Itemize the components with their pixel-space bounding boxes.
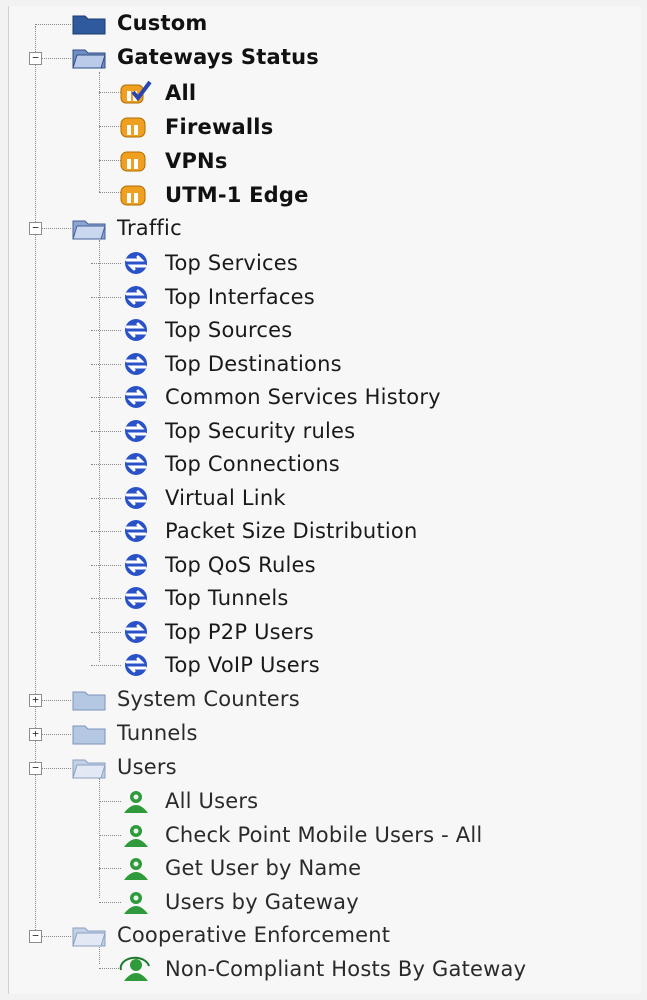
node-label-non-compliant-hosts: Non-Compliant Hosts By Gateway	[165, 957, 527, 981]
folder-icon	[71, 10, 107, 36]
node-label-cooperative-enforcement: Cooperative Enforcement	[117, 923, 391, 947]
tree-node-tunnels[interactable]: Tunnels	[71, 716, 198, 750]
node-label-utm-edge: UTM-1 Edge	[165, 183, 309, 207]
expander-gateways-status[interactable]: −	[29, 52, 42, 65]
tree-node-non-compliant-hosts[interactable]: Non-Compliant Hosts By Gateway	[119, 952, 526, 986]
tree-node-users[interactable]: Users	[71, 750, 177, 784]
node-label-traffic-item: Top Tunnels	[165, 586, 289, 610]
tree-node-user-item[interactable]: All Users	[119, 784, 258, 818]
folder-icon	[71, 686, 107, 712]
node-label-traffic-item: Top Sources	[165, 318, 293, 342]
tree-node-traffic-item[interactable]: Virtual Link	[119, 481, 286, 515]
expander-tunnels[interactable]: +	[29, 728, 42, 741]
node-label-traffic-item: Top Security rules	[165, 418, 356, 443]
node-label-traffic-item: Top Connections	[165, 452, 340, 476]
node-label-traffic: Traffic	[117, 216, 182, 240]
expander-cooperative-enforcement[interactable]: −	[29, 930, 42, 943]
node-label-user-item: Check Point Mobile Users - All	[165, 822, 483, 847]
traffic-icon	[119, 619, 155, 645]
open-folder-icon	[71, 922, 107, 948]
traffic-icon	[119, 485, 155, 511]
node-label-user-item: Users by Gateway	[165, 889, 359, 914]
node-label-user-item: Get User by Name	[165, 856, 362, 880]
traffic-icon	[119, 451, 155, 477]
traffic-icon	[119, 418, 155, 444]
gateway-icon	[119, 148, 155, 174]
tree-node-traffic-item[interactable]: Top P2P Users	[119, 615, 314, 649]
node-label-user-item: All Users	[165, 789, 259, 813]
tree-guide-gateways	[99, 72, 100, 192]
node-label-custom: Custom	[117, 11, 208, 35]
user-icon	[119, 855, 155, 881]
node-label-system-counters: System Counters	[117, 687, 300, 711]
tree-guide-users	[99, 778, 100, 898]
tree-node-custom[interactable]: Custom	[71, 6, 207, 40]
user-icon	[119, 822, 155, 848]
tree-node-traffic-item[interactable]: Top QoS Rules	[119, 548, 316, 582]
tree-node-traffic-item[interactable]: Top Interfaces	[119, 280, 315, 314]
open-folder-icon	[71, 754, 107, 780]
gateway-icon	[119, 182, 155, 208]
node-label-tunnels: Tunnels	[117, 721, 198, 745]
user-sync-icon	[119, 956, 155, 982]
node-label-traffic-item: Top P2P Users	[165, 619, 314, 644]
tree-guide-root	[35, 26, 36, 938]
tree-node-traffic-item[interactable]: Top Connections	[119, 447, 340, 481]
node-label-traffic-item: Top VoIP Users	[165, 653, 320, 677]
tree-node-vpns[interactable]: VPNs	[119, 144, 228, 178]
tree-node-traffic-item[interactable]: Packet Size Distribution	[119, 514, 417, 548]
traffic-icon	[119, 585, 155, 611]
gateway-check-icon	[119, 80, 155, 106]
traffic-icon	[119, 384, 155, 410]
tree-node-user-item[interactable]: Get User by Name	[119, 851, 361, 885]
tree-node-cooperative-enforcement[interactable]: Cooperative Enforcement	[71, 918, 390, 952]
tree-node-user-item[interactable]: Users by Gateway	[119, 885, 359, 919]
node-label-firewalls: Firewalls	[165, 115, 274, 139]
traffic-icon	[119, 284, 155, 310]
tree-node-traffic-item[interactable]: Top Tunnels	[119, 581, 289, 615]
open-folder-icon	[71, 44, 107, 70]
tree-node-traffic-item[interactable]: Top Destinations	[119, 347, 342, 381]
node-label-gateways-status: Gateways Status	[117, 45, 319, 69]
expander-system-counters[interactable]: +	[29, 694, 42, 707]
traffic-icon	[119, 317, 155, 343]
open-folder-icon	[71, 215, 107, 241]
user-icon	[119, 889, 155, 915]
traffic-icon	[119, 351, 155, 377]
node-label-users: Users	[117, 755, 177, 779]
node-label-vpns: VPNs	[165, 149, 228, 173]
traffic-icon	[119, 518, 155, 544]
node-label-traffic-item: Packet Size Distribution	[165, 519, 418, 543]
traffic-icon	[119, 652, 155, 678]
expander-traffic[interactable]: −	[29, 222, 42, 235]
report-tree: Custom − Gateways Status All Firewalls V…	[8, 6, 641, 994]
tree-node-user-item[interactable]: Check Point Mobile Users - All	[119, 818, 482, 852]
tree-node-traffic-item[interactable]: Top Sources	[119, 313, 292, 347]
tree-node-traffic-item[interactable]: Top VoIP Users	[119, 648, 320, 682]
node-label-all: All	[165, 81, 197, 105]
node-label-traffic-item: Top QoS Rules	[165, 552, 316, 577]
tree-node-traffic[interactable]: Traffic	[71, 211, 182, 245]
tree-node-gateway-all[interactable]: All	[119, 76, 196, 110]
tree-node-utm-edge[interactable]: UTM-1 Edge	[119, 178, 309, 212]
tree-node-system-counters[interactable]: System Counters	[71, 682, 300, 716]
traffic-icon	[119, 250, 155, 276]
tree-node-firewalls[interactable]: Firewalls	[119, 110, 273, 144]
tree-node-traffic-item[interactable]: Top Security rules	[119, 414, 355, 448]
tree-node-gateways-status[interactable]: Gateways Status	[71, 40, 319, 74]
tree-node-traffic-item[interactable]: Top Services	[119, 246, 298, 280]
node-label-traffic-item: Virtual Link	[165, 485, 286, 510]
node-label-traffic-item: Top Services	[165, 251, 299, 275]
node-label-traffic-item: Top Destinations	[165, 351, 342, 376]
gateway-icon	[119, 114, 155, 140]
node-label-traffic-item: Top Interfaces	[165, 284, 315, 309]
node-label-traffic-item: Common Services History	[165, 385, 441, 409]
tree-node-traffic-item[interactable]: Common Services History	[119, 380, 441, 414]
traffic-icon	[119, 552, 155, 578]
user-icon	[119, 788, 155, 814]
folder-icon	[71, 720, 107, 746]
expander-users[interactable]: −	[29, 762, 42, 775]
